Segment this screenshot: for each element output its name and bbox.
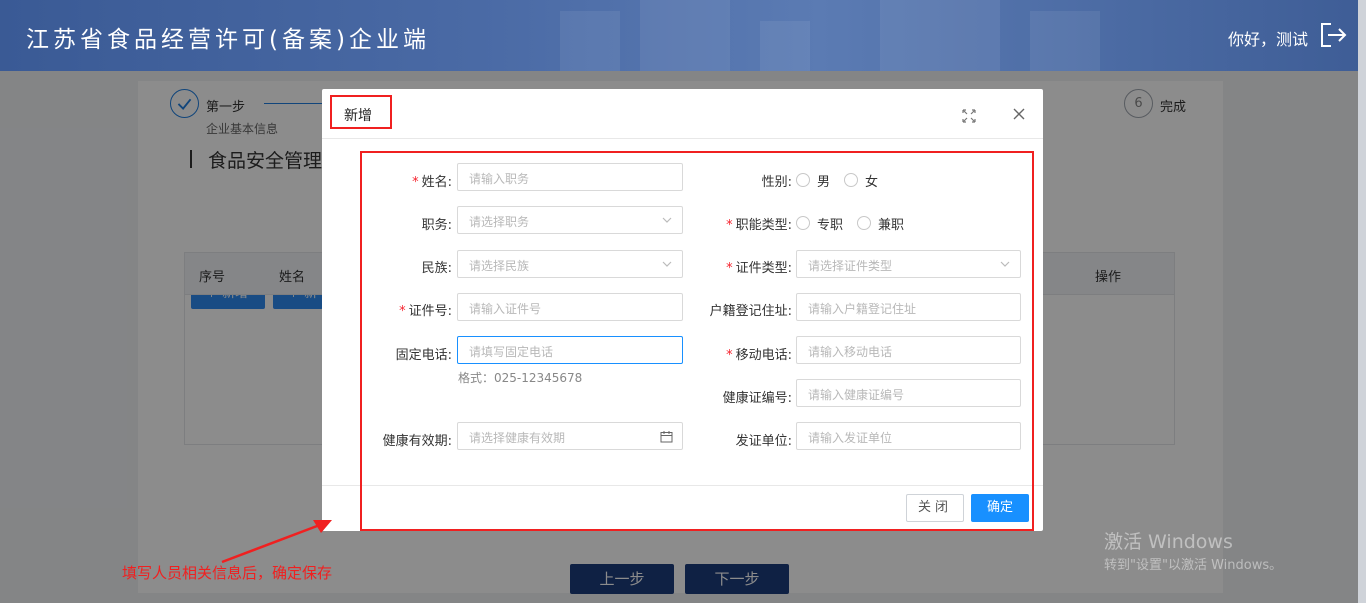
- app-header: 江苏省食品经营许可(备案)企业端 你好，测试: [0, 0, 1366, 71]
- logout-icon[interactable]: [1318, 20, 1348, 50]
- windows-watermark-desc: 转到"设置"以激活 Windows。: [1104, 558, 1283, 573]
- form-highlight-box: [360, 151, 1034, 531]
- user-greeting: 你好，测试: [1227, 30, 1308, 49]
- fullscreen-icon[interactable]: [962, 109, 976, 123]
- annotation-arrow-icon: [221, 520, 332, 564]
- header-decoration: [560, 11, 620, 71]
- title-highlight-box: [330, 95, 392, 129]
- windows-watermark-title: 激活 Windows: [1104, 531, 1233, 553]
- header-decoration: [640, 0, 730, 71]
- app-title: 江苏省食品经营许可(备案)企业端: [26, 27, 430, 53]
- header-decoration: [1030, 11, 1100, 71]
- annotation-text: 填写人员相关信息后，确定保存: [122, 564, 333, 582]
- scrollbar-track[interactable]: [1358, 0, 1366, 603]
- dialog-header: 新增: [322, 89, 1043, 139]
- header-decoration: [760, 21, 810, 71]
- header-decoration: [880, 0, 1000, 71]
- close-icon[interactable]: [1012, 107, 1026, 121]
- close-button[interactable]: 关闭: [906, 494, 964, 522]
- confirm-button[interactable]: 确定: [971, 494, 1029, 522]
- add-staff-dialog: 新增 * 姓名: 请输入职务 性别: 男 女 职务: 请选择职务 * 职能类型: 专…: [322, 89, 1043, 531]
